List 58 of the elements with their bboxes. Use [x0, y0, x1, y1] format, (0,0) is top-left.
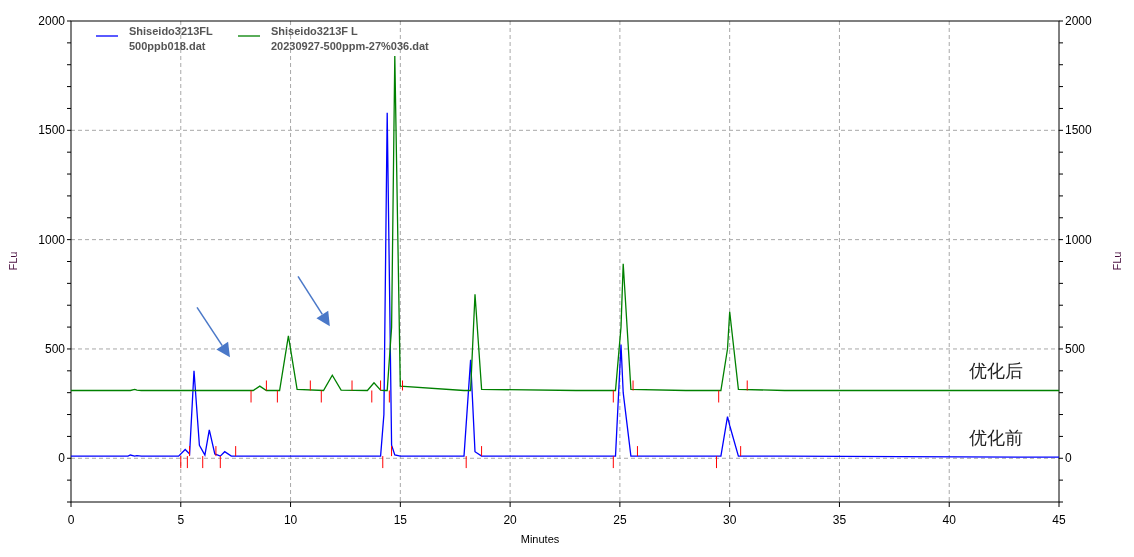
integration-marker	[215, 445, 217, 457]
tick-label: 25	[613, 513, 627, 527]
integration-marker	[371, 390, 373, 403]
legend-line	[95, 35, 119, 37]
integration-marker	[481, 445, 483, 457]
integration-marker	[219, 455, 221, 469]
tick-label: 1500	[1065, 123, 1092, 138]
tick-label: 45	[1052, 513, 1066, 527]
integration-marker	[265, 380, 267, 391]
axis-title: FLu	[7, 251, 19, 271]
annotation-label: 优化后	[969, 360, 1023, 382]
tick-label: 0	[1065, 451, 1072, 466]
tick-label: 1000	[1065, 232, 1092, 247]
tick-label: 40	[942, 513, 956, 527]
tick-label: 20	[503, 513, 517, 527]
tick-label: 15	[393, 513, 407, 527]
integration-marker	[180, 455, 182, 469]
tick-label: 30	[723, 513, 737, 527]
arrow	[196, 306, 230, 358]
integration-marker	[612, 455, 614, 469]
annotation-label: 优化前	[969, 427, 1023, 449]
integration-marker	[388, 390, 390, 403]
legend-label: Shiseido3213FL 500ppb018.dat	[129, 25, 213, 52]
tick-label: 0	[67, 513, 75, 527]
legend-label: Shiseido3213F L 20230927-500ppm-27%036.dat	[271, 25, 429, 52]
integration-marker	[632, 380, 634, 391]
arrow	[297, 275, 330, 327]
legend-line	[237, 35, 261, 37]
integration-marker	[202, 455, 204, 469]
integration-marker	[465, 455, 467, 469]
integration-marker	[402, 380, 404, 391]
tick-label: 2000	[38, 14, 65, 28]
integration-marker	[351, 380, 353, 391]
integration-marker	[276, 390, 278, 403]
integration-marker	[636, 445, 638, 457]
axis-title: Minutes	[520, 533, 560, 545]
integration-marker	[382, 455, 384, 469]
tick-label: 2000	[1065, 14, 1092, 28]
tick-label: 1000	[38, 232, 65, 247]
tick-label: 1500	[38, 123, 65, 138]
integration-marker	[746, 380, 748, 391]
integration-marker	[250, 390, 252, 403]
tick-label: 35	[832, 513, 847, 527]
integration-marker	[235, 445, 237, 457]
tick-label: 500	[44, 341, 65, 356]
tick-label: 5	[177, 513, 185, 527]
integration-marker	[612, 390, 614, 403]
integration-marker	[320, 390, 322, 403]
integration-marker	[718, 390, 720, 403]
tick-label: 10	[283, 513, 298, 527]
tick-label: 500	[1065, 341, 1086, 356]
integration-marker	[309, 380, 311, 391]
axis-title: FLu	[1111, 251, 1123, 271]
integration-marker	[391, 445, 393, 457]
tick-label: 0	[58, 451, 65, 466]
integration-marker	[740, 445, 742, 457]
integration-marker	[716, 455, 717, 469]
integration-marker	[380, 380, 382, 391]
